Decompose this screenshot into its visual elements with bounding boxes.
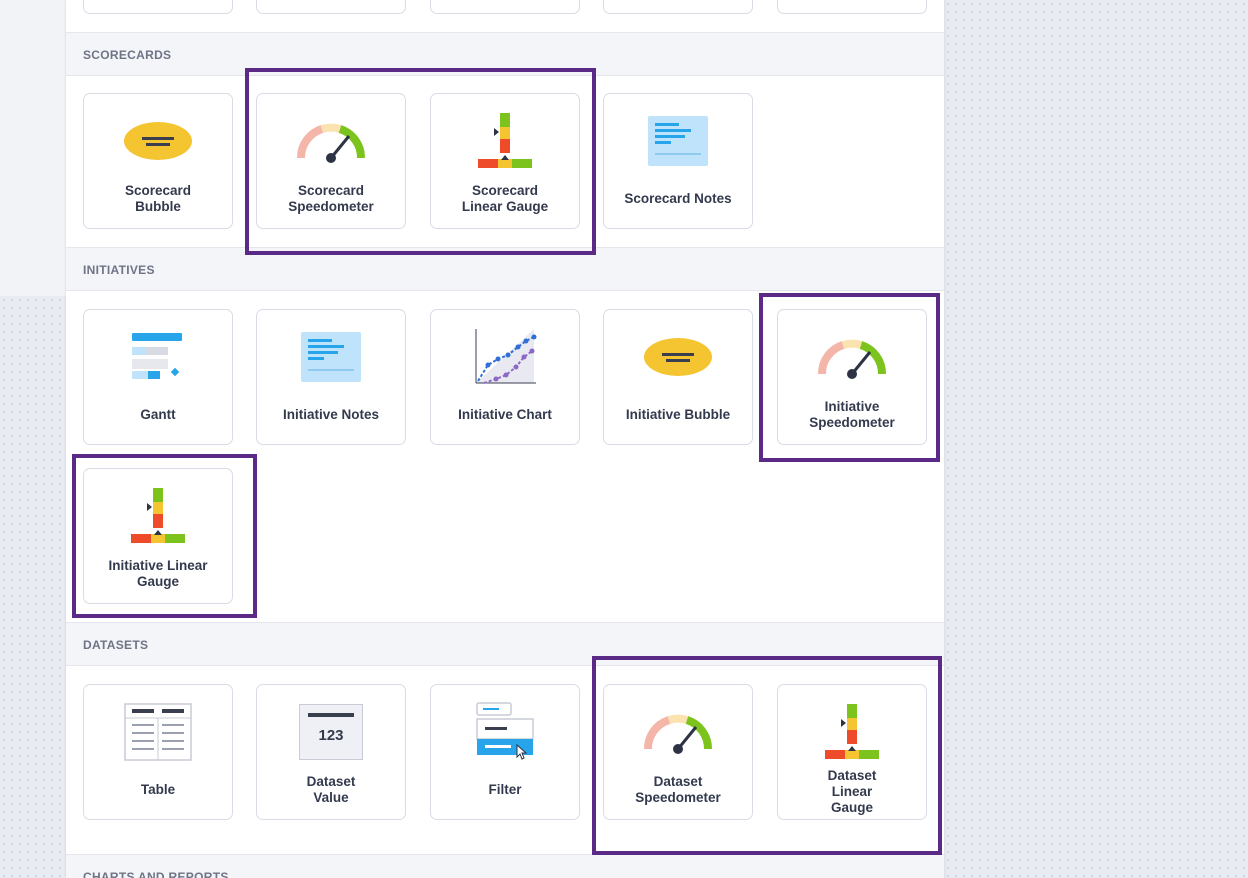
widget-picker-modal: SCORECARDS Scorecard Bubble Scorecard Sp… (66, 0, 944, 878)
widget-initiative-chart[interactable]: Initiative Chart (430, 309, 580, 445)
widget-label: Dataset Value (306, 774, 356, 805)
section-title: DATASETS (83, 638, 149, 652)
widget-initiative-notes[interactable]: Initiative Notes (256, 309, 406, 445)
widget-label: Scorecard Speedometer (288, 183, 374, 214)
widget-initiative-speedometer[interactable]: Initiative Speedometer (777, 309, 927, 445)
widget-label: Scorecard Linear Gauge (461, 183, 549, 214)
bubble-icon (84, 110, 232, 172)
gantt-icon (84, 326, 232, 388)
widget-label: Dataset Linear Gauge (827, 768, 877, 815)
left-panel (0, 0, 66, 296)
widget-dataset-linear-gauge[interactable]: Dataset Linear Gauge (777, 684, 927, 820)
widget-label: Scorecard Bubble (124, 183, 192, 214)
widget-gantt[interactable]: Gantt (83, 309, 233, 445)
section-title: SCORECARDS (83, 48, 172, 62)
widget-card-partial[interactable] (603, 0, 753, 14)
widget-initiative-linear-gauge[interactable]: Initiative Linear Gauge (83, 468, 233, 604)
widget-filter[interactable]: Filter (430, 684, 580, 820)
speedometer-icon (604, 701, 752, 763)
notes-icon (604, 110, 752, 172)
linear-gauge-icon (778, 701, 926, 763)
widget-card-partial[interactable] (83, 0, 233, 14)
section-header-scorecards: SCORECARDS (66, 32, 944, 76)
linear-gauge-icon (84, 485, 232, 547)
bubble-icon (604, 326, 752, 388)
widget-dataset-value[interactable]: 123 Dataset Value (256, 684, 406, 820)
value-icon-text: 123 (318, 727, 344, 744)
widget-scorecard-linear-gauge[interactable]: Scorecard Linear Gauge (430, 93, 580, 229)
widget-label: Gantt (140, 407, 176, 422)
widget-label: Dataset Speedometer (635, 774, 721, 805)
widget-scorecard-bubble[interactable]: Scorecard Bubble (83, 93, 233, 229)
value-icon: 123 (257, 701, 405, 763)
widget-table[interactable]: Table (83, 684, 233, 820)
widget-initiative-bubble[interactable]: Initiative Bubble (603, 309, 753, 445)
widget-card-partial[interactable] (430, 0, 580, 14)
widget-label: Scorecard Notes (624, 191, 732, 206)
widget-label: Initiative Linear Gauge (108, 558, 208, 589)
widget-label: Initiative Chart (458, 407, 552, 422)
widget-card-partial[interactable] (777, 0, 927, 14)
widget-label: Initiative Bubble (625, 407, 731, 422)
table-icon (84, 701, 232, 763)
widget-label: Table (140, 782, 176, 797)
filter-icon (431, 701, 579, 763)
section-title: CHARTS AND REPORTS (83, 870, 229, 878)
linear-gauge-icon (431, 110, 579, 172)
speedometer-icon (257, 110, 405, 172)
widget-scorecard-notes[interactable]: Scorecard Notes (603, 93, 753, 229)
widget-dataset-speedometer[interactable]: Dataset Speedometer (603, 684, 753, 820)
speedometer-icon (778, 326, 926, 388)
notes-icon (257, 326, 405, 388)
widget-label: Initiative Speedometer (809, 399, 895, 430)
section-header-initiatives: INITIATIVES (66, 247, 944, 291)
widget-label: Filter (488, 782, 522, 797)
widget-card-partial[interactable] (256, 0, 406, 14)
widget-scorecard-speedometer[interactable]: Scorecard Speedometer (256, 93, 406, 229)
line-chart-icon (431, 326, 579, 388)
section-header-charts-and-reports: CHARTS AND REPORTS (66, 854, 944, 878)
widget-label: Initiative Notes (282, 407, 380, 422)
section-title: INITIATIVES (83, 263, 155, 277)
section-header-datasets: DATASETS (66, 622, 944, 666)
